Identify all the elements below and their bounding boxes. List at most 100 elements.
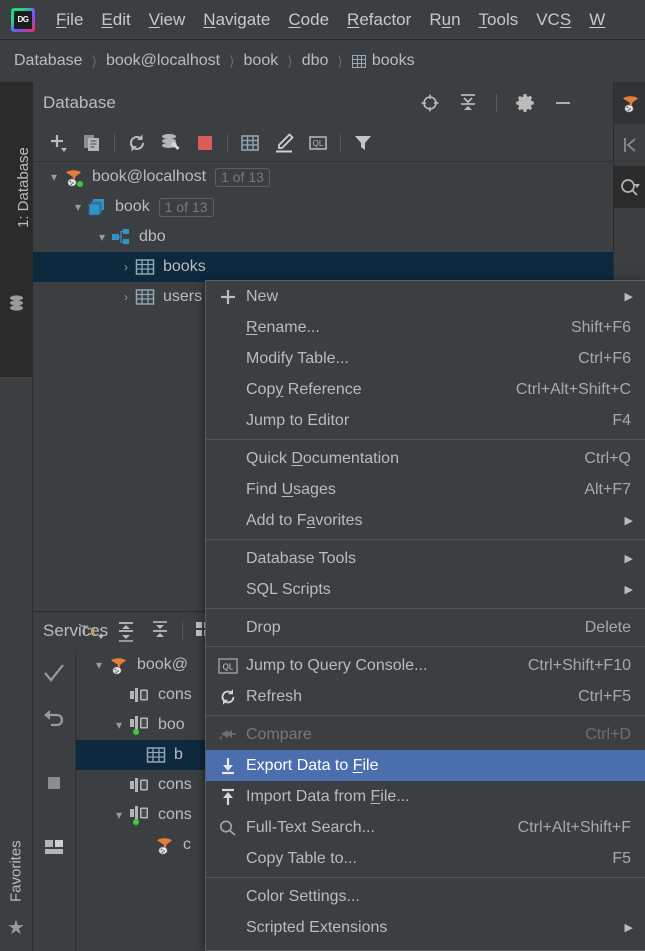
menu-item-label: Modify Table... (246, 349, 349, 367)
collapse-all-icon[interactable] (458, 93, 478, 113)
services-tree-item-label: b (174, 746, 183, 763)
database-stack-icon (8, 294, 25, 313)
menu-item-full-text-search[interactable]: Full-Text Search... Ctrl+Alt+Shift+F (206, 812, 645, 843)
menu-item-quick-documentation[interactable]: Quick Documentation Ctrl+Q (206, 443, 645, 474)
menu-view[interactable]: View (140, 8, 195, 32)
menu-item-color-settings[interactable]: Color Settings... (206, 881, 645, 912)
menu-separator (206, 646, 645, 647)
menu-item-import-data-from-file[interactable]: Import Data from File... (206, 781, 645, 812)
commit-button[interactable] (33, 650, 75, 696)
menu-item-drop[interactable]: Drop Delete (206, 612, 645, 643)
filter-button[interactable] (346, 128, 380, 158)
sidebar-item-favorites[interactable]: Favorites ★ (0, 828, 32, 943)
right-rail-collapse-button[interactable] (614, 124, 645, 166)
table-icon (135, 258, 155, 276)
menu-code[interactable]: Code (279, 8, 338, 32)
menu-run[interactable]: Run (420, 8, 469, 32)
database-panel-header-actions (420, 82, 573, 124)
menu-item-label: Jump to Editor (246, 411, 350, 429)
services-tree-item-label: boo (158, 716, 185, 733)
expand-all-button[interactable] (109, 616, 143, 646)
chevron-right-icon[interactable]: › (117, 290, 135, 304)
search-icon (214, 816, 242, 840)
hide-icon[interactable] (553, 93, 573, 113)
open-table-editor-button[interactable] (233, 128, 267, 158)
transaction-mode-button[interactable]: Tx (75, 616, 109, 646)
tree-item-datasource[interactable]: ▾ book@localhost 1 of 13 (33, 162, 645, 192)
right-rail-search-button[interactable] (614, 166, 645, 208)
collapse-all-button[interactable] (143, 616, 177, 646)
locate-icon[interactable] (420, 93, 440, 113)
chevron-down-icon[interactable]: ▾ (69, 200, 87, 214)
tree-item-label: books (163, 258, 206, 275)
menu-item-jump-to-query-console[interactable]: QL Jump to Query Console... Ctrl+Shift+F… (206, 650, 645, 681)
refresh-button[interactable] (120, 128, 154, 158)
tree-item-table-books[interactable]: › books (33, 252, 645, 282)
menu-edit[interactable]: Edit (92, 8, 139, 32)
menu-item-shortcut: Ctrl+Shift+F10 (527, 656, 631, 674)
tree-item-database[interactable]: ▾ book 1 of 13 (33, 192, 645, 222)
chevron-down-icon[interactable]: ▾ (110, 718, 128, 732)
breadcrumb-item-table[interactable]: books (372, 52, 415, 70)
stop-button[interactable] (188, 128, 222, 158)
rollback-button[interactable] (33, 696, 75, 742)
menu-item-shortcut: Ctrl+F5 (578, 687, 631, 705)
menu-item-scripted-extensions[interactable]: Scripted Extensions ▶ (206, 912, 645, 943)
chevron-down-icon[interactable]: ▾ (90, 658, 108, 672)
menu-icon-slot (214, 916, 242, 940)
menu-refactor[interactable]: Refactor (338, 8, 420, 32)
menu-item-shortcut: Ctrl+D (585, 725, 631, 743)
menu-item-find-usages[interactable]: Find Usages Alt+F7 (206, 474, 645, 505)
menu-item-label: New (246, 287, 279, 305)
chevron-down-icon[interactable]: ▾ (110, 808, 128, 822)
breadcrumb-item-datasource[interactable]: book@localhost (106, 52, 220, 70)
database-panel-title: Database (43, 93, 116, 112)
add-new-button[interactable] (41, 128, 75, 158)
query-console-button[interactable]: QL (301, 128, 335, 158)
menu-item-shortcut: F5 (612, 849, 631, 867)
chevron-right-icon[interactable]: › (117, 260, 135, 274)
breadcrumb-separator: ⟩ (229, 52, 235, 69)
layout-button[interactable] (33, 824, 75, 870)
menu-item-label: Database Tools (246, 549, 356, 567)
datagrip-window: DG File Edit View Navigate Code Refactor… (0, 0, 645, 951)
menu-item-copy-reference[interactable]: Copy Reference Ctrl+Alt+Shift+C (206, 374, 645, 405)
menu-item-sql-scripts[interactable]: SQL Scripts ▶ (206, 574, 645, 605)
tree-item-schema[interactable]: ▾ dbo (33, 222, 645, 252)
chevron-down-icon[interactable]: ▾ (93, 230, 111, 244)
stop-button[interactable] (33, 760, 75, 806)
breadcrumb-item-schema[interactable]: dbo (302, 52, 329, 70)
tree-item-badge: 1 of 13 (158, 197, 214, 217)
toolbar-divider (340, 132, 341, 153)
settings-gear-icon[interactable] (515, 93, 535, 113)
menu-item-label: Copy Reference (246, 380, 362, 398)
datasource-icon (154, 835, 175, 856)
breadcrumb-item-db[interactable]: book (244, 52, 279, 70)
menu-icon-slot (214, 885, 242, 909)
menu-item-modify-table[interactable]: Modify Table... Ctrl+F6 (206, 343, 645, 374)
breadcrumb-item-database[interactable]: Database (14, 52, 83, 70)
menu-item-database-tools[interactable]: Database Tools ▶ (206, 543, 645, 574)
sidebar-item-database[interactable]: 1: Database (0, 82, 32, 377)
menu-item-add-to-favorites[interactable]: Add to Favorites ▶ (206, 505, 645, 536)
chevron-right-icon: ▶ (624, 553, 633, 565)
menu-tools[interactable]: Tools (470, 8, 528, 32)
right-rail-database-button[interactable] (614, 82, 645, 124)
menu-navigate[interactable]: Navigate (194, 8, 279, 32)
menu-window[interactable]: W (580, 8, 614, 32)
services-toolbar: Tx (75, 612, 222, 650)
menu-file[interactable]: File (47, 8, 92, 32)
menu-item-rename[interactable]: Rename... Shift+F6 (206, 312, 645, 343)
modify-button[interactable] (267, 128, 301, 158)
menu-item-jump-to-editor[interactable]: Jump to Editor F4 (206, 405, 645, 436)
export-icon (214, 754, 242, 778)
menu-item-copy-table-to[interactable]: Copy Table to... F5 (206, 843, 645, 874)
chevron-down-icon[interactable]: ▾ (45, 170, 63, 184)
menu-vcs[interactable]: VCS (527, 8, 580, 32)
duplicate-button[interactable] (75, 128, 109, 158)
menu-item-refresh[interactable]: Refresh Ctrl+F5 (206, 681, 645, 712)
data-source-properties-button[interactable] (154, 128, 188, 158)
context-menu: New ▶ Rename... Shift+F6 Modify Table...… (205, 280, 645, 951)
menu-item-new[interactable]: New ▶ (206, 281, 645, 312)
menu-item-export-data-to-file[interactable]: Export Data to File (206, 750, 645, 781)
